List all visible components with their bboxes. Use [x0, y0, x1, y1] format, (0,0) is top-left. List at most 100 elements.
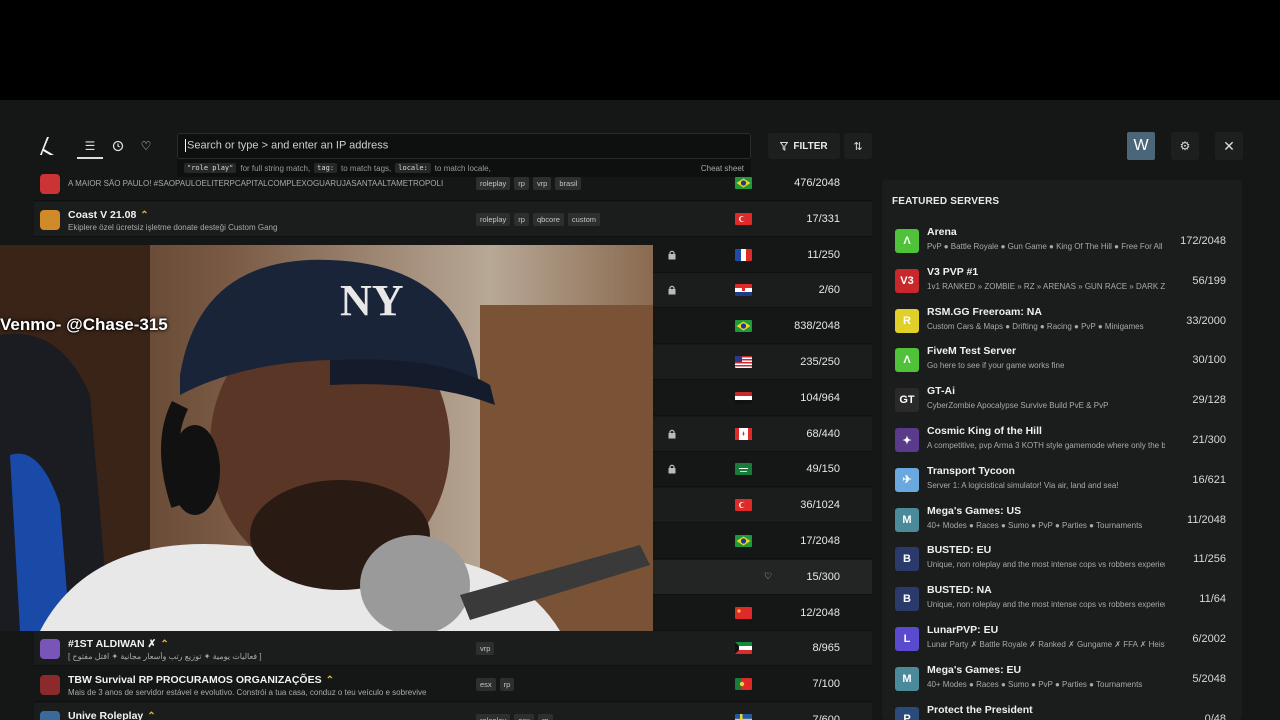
- heart-icon[interactable]: ♡: [764, 571, 772, 582]
- tag-chip[interactable]: roleplay: [476, 177, 511, 190]
- server-description: Ekiplere özel ücretsiz işletme donate de…: [68, 222, 278, 232]
- featured-server-description: Server 1: A logicistical simulator! Via …: [927, 480, 1119, 490]
- featured-server-item[interactable]: GT GT-Ai CyberZombie Apocalypse Survive Bu…: [882, 380, 1242, 420]
- featured-player-count: 11/2048: [1187, 513, 1226, 526]
- sort-button[interactable]: ⇅: [844, 133, 872, 159]
- flag-br-icon: [735, 320, 752, 333]
- lock-icon: [668, 429, 676, 439]
- featured-server-item[interactable]: ✦ Cosmic King of the Hill A competitive, p…: [882, 420, 1242, 460]
- featured-player-count: 11/256: [1193, 553, 1226, 566]
- featured-server-description: PvP ● Battle Royale ● Gun Game ● King Of…: [927, 242, 1163, 251]
- player-count: 15/300: [806, 570, 840, 583]
- tag-chip[interactable]: roleplay: [476, 212, 511, 226]
- featured-server-name: Mega's Games: US: [927, 504, 1022, 517]
- featured-server-name: Mega's Games: EU: [927, 663, 1022, 676]
- fivem-logo-icon[interactable]: [38, 136, 56, 156]
- featured-server-name: RSM.GG Freeroam: NA: [927, 305, 1042, 318]
- player-count: 17/331: [806, 212, 840, 225]
- featured-player-count: 56/199: [1192, 274, 1226, 287]
- webcam-overlay: NY: [0, 245, 653, 631]
- featured-player-count: 21/300: [1192, 434, 1226, 446]
- filter-icon: [780, 141, 789, 151]
- featured-server-name: Transport Tycoon: [927, 464, 1015, 477]
- featured-server-item[interactable]: R RSM.GG Freeroam: NA Custom Cars & Maps ●…: [882, 301, 1242, 341]
- history-button[interactable]: [105, 136, 131, 156]
- player-count: 7/600: [812, 714, 840, 720]
- player-count: 2/60: [818, 284, 840, 297]
- tag-chip[interactable]: brasil: [555, 177, 582, 190]
- featured-server-icon: M: [895, 666, 919, 691]
- featured-server-item[interactable]: B BUSTED: EU Unique, non roleplay and the …: [882, 539, 1242, 579]
- text-caret: [185, 139, 186, 152]
- history-icon: [112, 140, 124, 152]
- featured-server-description: CyberZombie Apocalypse Survive Build PvE…: [927, 401, 1109, 411]
- featured-server-item[interactable]: M Mega's Games: US 40+ Modes ● Races ● Sum…: [882, 500, 1242, 540]
- featured-server-item[interactable]: M Mega's Games: EU 40+ Modes ● Races ● Sum…: [882, 659, 1242, 699]
- featured-server-item[interactable]: V3 V3 PVP #1 1v1 RANKED » ZOMBIE » RZ » AR…: [882, 261, 1242, 301]
- tag-chip[interactable]: rp: [514, 177, 529, 190]
- search-input[interactable]: Search or type > and enter an IP address: [177, 133, 751, 159]
- featured-server-item[interactable]: B BUSTED: NA Unique, non roleplay and the …: [882, 579, 1242, 619]
- player-count: 476/2048: [794, 177, 840, 189]
- tag-chip[interactable]: rp: [514, 212, 529, 226]
- tag-chip[interactable]: esx: [514, 714, 534, 720]
- featured-server-icon: Λ: [895, 348, 919, 373]
- featured-server-icon: P: [895, 706, 919, 720]
- player-count: 235/250: [800, 356, 840, 368]
- boost-icon: ⌃: [147, 711, 156, 720]
- search-placeholder: Search or type > and enter an IP address: [187, 139, 389, 152]
- tag-chip[interactable]: qbcore: [532, 212, 564, 226]
- featured-server-name: FiveM Test Server: [927, 345, 1017, 358]
- player-count: 49/150: [806, 463, 840, 476]
- server-row[interactable]: Coast V 21.08 ⌃ Ekiplere özel ücretsiz işl…: [34, 201, 872, 237]
- settings-button[interactable]: ⚙: [1171, 132, 1199, 160]
- featured-player-count: 29/128: [1192, 394, 1226, 407]
- featured-player-count: 30/100: [1192, 354, 1226, 367]
- server-icon: [40, 209, 60, 230]
- server-description: Mais de 3 anos de servidor estável e evo…: [68, 688, 427, 698]
- boost-icon: ⌃: [325, 675, 334, 687]
- player-count: 8/965: [812, 642, 840, 655]
- server-icon: [40, 174, 60, 194]
- featured-server-description: 1v1 RANKED » ZOMBIE » RZ » ARENAS » GUN …: [927, 281, 1165, 291]
- tag-chip[interactable]: vrp: [476, 642, 495, 656]
- featured-server-item[interactable]: ✈ Transport Tycoon Server 1: A logicistica…: [882, 460, 1242, 500]
- featured-server-name: BUSTED: EU: [927, 544, 992, 557]
- close-button[interactable]: ✕: [1215, 132, 1243, 160]
- player-count: 104/964: [800, 391, 840, 404]
- donation-overlay-text: Venmo- @Chase-315: [0, 315, 168, 334]
- server-row[interactable]: Unive Roleplay⌃ roleplayesxrp 7/600: [34, 703, 872, 720]
- featured-server-item[interactable]: L LunarPVP: EU Lunar Party ✗ Battle Royale…: [882, 619, 1242, 659]
- player-count: 17/2048: [800, 535, 840, 547]
- featured-server-icon: V3: [895, 268, 919, 293]
- tag-chip[interactable]: rp: [499, 678, 515, 692]
- server-row[interactable]: TBW Survival RP PROCURAMOS ORGANIZAÇÕES ⌃…: [34, 667, 872, 703]
- server-row[interactable]: A MAIOR SÃO PAULO! #SAOPAULOELITERPCAPIT…: [34, 174, 872, 201]
- profile-avatar[interactable]: W: [1127, 132, 1155, 160]
- tag-chip[interactable]: rp: [537, 714, 553, 720]
- featured-server-item[interactable]: Λ Arena PvP ● Battle Royale ● Gun Game ● K…: [882, 221, 1242, 261]
- boost-icon: ⌃: [140, 209, 149, 221]
- flag-se-icon: [735, 714, 752, 720]
- tag-chip[interactable]: custom: [567, 212, 601, 226]
- flag-iq-icon: [735, 391, 752, 404]
- filter-button[interactable]: FILTER: [768, 133, 840, 159]
- featured-server-icon: B: [895, 547, 919, 572]
- tag-chip[interactable]: vrp: [532, 177, 552, 190]
- tag-chip[interactable]: esx: [476, 678, 496, 692]
- favorites-button[interactable]: ♡: [133, 136, 159, 156]
- featured-player-count: 172/2048: [1180, 235, 1226, 247]
- server-name: TBW Survival RP PROCURAMOS ORGANIZAÇÕES ⌃: [68, 674, 334, 687]
- featured-server-item[interactable]: Λ FiveM Test Server Go here to see if your…: [882, 340, 1242, 380]
- featured-server-description: Unique, non roleplay and the most intens…: [927, 560, 1165, 570]
- featured-server-item[interactable]: P Protect the President 0/48: [882, 699, 1242, 720]
- cheat-sheet-link[interactable]: Cheat sheet: [701, 164, 744, 173]
- player-count: 36/1024: [800, 499, 840, 512]
- server-row[interactable]: #1ST ALDIWAN ✗ ⌃[ فعاليات يومية ✦ توزيع ر…: [34, 631, 872, 667]
- server-description: [ فعاليات يومية ✦ توزيع رتب وأسعار مجاني…: [68, 652, 262, 662]
- tag-chip[interactable]: roleplay: [476, 714, 511, 720]
- player-count: 68/440: [806, 427, 840, 440]
- featured-player-count: 33/2000: [1186, 314, 1226, 327]
- list-view-button[interactable]: ☰: [77, 136, 103, 156]
- sort-arrows-icon: ⇅: [853, 140, 863, 153]
